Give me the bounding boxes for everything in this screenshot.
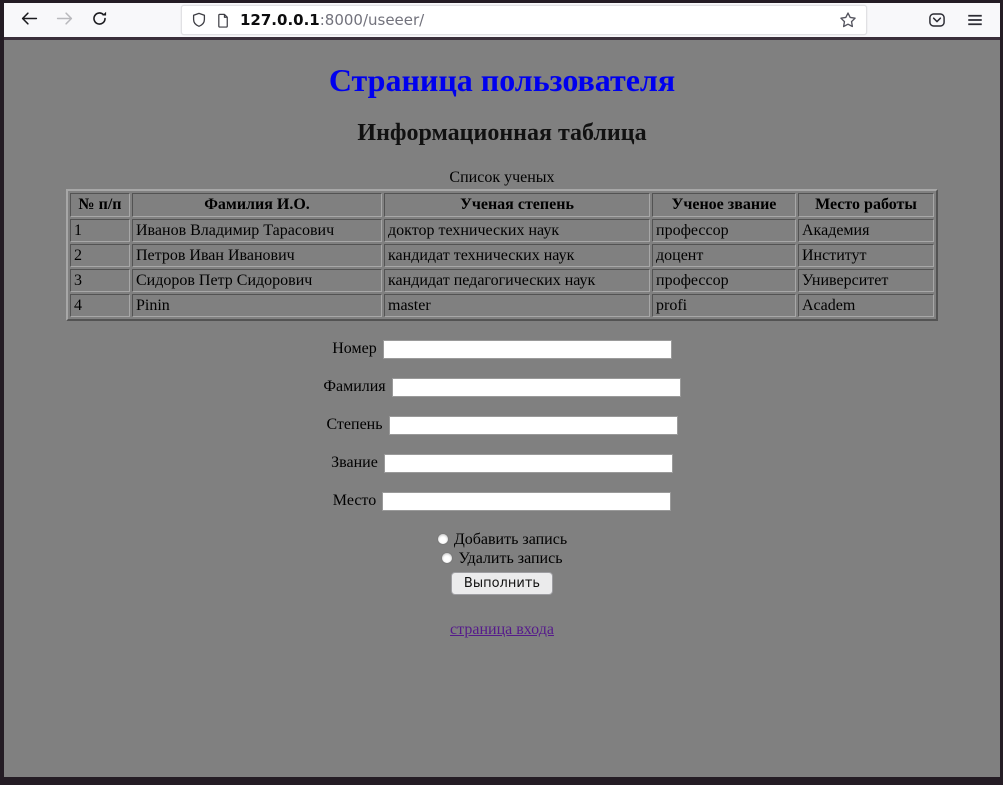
form-row-workplace: Место (4, 492, 1000, 511)
reload-icon (91, 10, 108, 30)
add-record-label: Добавить запись (454, 531, 567, 548)
form-row-number: Номер (4, 340, 1000, 359)
cell-rank: profi (652, 294, 796, 317)
back-button[interactable] (14, 5, 44, 35)
degree-label: Степень (326, 416, 382, 433)
cell-rank: профессор (652, 269, 796, 292)
surname-input[interactable] (392, 378, 681, 397)
browser-window: 127.0.0.1:8000/useeer/ Страница пользова… (0, 0, 1003, 785)
degree-input[interactable] (389, 416, 678, 435)
form-row-surname: Фамилия (4, 378, 1000, 397)
table-header-row: № п/п Фамилия И.О. Ученая степень Ученое… (70, 193, 934, 217)
shield-icon[interactable] (191, 12, 207, 28)
cell-surname: Иванов Владимир Тарасович (132, 219, 382, 242)
page-title: Страница пользователя (4, 62, 1000, 99)
url-host: 127.0.0.1 (240, 11, 320, 29)
col-header-number: № п/п (70, 193, 130, 217)
cell-surname: Сидоров Петр Сидорович (132, 269, 382, 292)
pocket-icon[interactable] (922, 5, 952, 35)
cell-degree: master (384, 294, 650, 317)
cell-surname: Pinin (132, 294, 382, 317)
cell-number: 4 (70, 294, 130, 317)
cell-degree: кандидат технических наук (384, 244, 650, 267)
col-header-surname: Фамилия И.О. (132, 193, 382, 217)
table-row: 4 Pinin master profi Academ (70, 294, 934, 317)
execute-button[interactable]: Выполнить (451, 572, 553, 595)
page-content: Страница пользователя Информационная таб… (4, 40, 1000, 777)
cell-number: 2 (70, 244, 130, 267)
number-input[interactable] (383, 340, 672, 359)
workplace-input[interactable] (382, 492, 671, 511)
url-path: :8000/useeer/ (320, 11, 425, 29)
forward-button[interactable] (49, 5, 79, 35)
record-form: Номер Фамилия Степень Звание Место Добав… (4, 340, 1000, 595)
cell-surname: Петров Иван Иванович (132, 244, 382, 267)
page-info-icon[interactable] (216, 13, 231, 28)
table-caption: Список ученых (4, 169, 1000, 187)
browser-toolbar: 127.0.0.1:8000/useeer/ (4, 3, 1000, 40)
add-record-radio[interactable] (437, 533, 449, 545)
form-row-rank: Звание (4, 454, 1000, 473)
login-page-link[interactable]: страница входа (450, 621, 554, 639)
table-row: 1 Иванов Владимир Тарасович доктор техни… (70, 219, 934, 242)
bookmark-star-icon[interactable] (839, 11, 857, 29)
url-bar[interactable]: 127.0.0.1:8000/useeer/ (181, 5, 867, 35)
cell-rank: доцент (652, 244, 796, 267)
surname-label: Фамилия (323, 378, 385, 395)
rank-label: Звание (331, 454, 378, 471)
radio-row-add: Добавить запись (4, 530, 1000, 549)
number-label: Номер (332, 340, 376, 357)
forward-arrow-icon (56, 10, 73, 30)
scientists-table: № п/п Фамилия И.О. Ученая степень Ученое… (66, 189, 938, 321)
cell-number: 1 (70, 219, 130, 242)
workplace-label: Место (333, 492, 376, 509)
radio-row-delete: Удалить запись (4, 549, 1000, 568)
cell-rank: профессор (652, 219, 796, 242)
back-arrow-icon (21, 10, 38, 30)
col-header-workplace: Место работы (798, 193, 934, 217)
form-row-degree: Степень (4, 416, 1000, 435)
col-header-degree: Ученая степень (384, 193, 650, 217)
cell-degree: доктор технических наук (384, 219, 650, 242)
cell-workplace: Университет (798, 269, 934, 292)
cell-workplace: Институт (798, 244, 934, 267)
cell-workplace: Академия (798, 219, 934, 242)
delete-record-radio[interactable] (441, 552, 453, 564)
cell-number: 3 (70, 269, 130, 292)
cell-degree: кандидат педагогических наук (384, 269, 650, 292)
delete-record-label: Удалить запись (458, 550, 562, 567)
section-title: Информационная таблица (4, 120, 1000, 147)
table-row: 2 Петров Иван Иванович кандидат техничес… (70, 244, 934, 267)
cell-workplace: Academ (798, 294, 934, 317)
reload-button[interactable] (84, 5, 114, 35)
col-header-rank: Ученое звание (652, 193, 796, 217)
rank-input[interactable] (384, 454, 673, 473)
url-text[interactable]: 127.0.0.1:8000/useeer/ (240, 11, 831, 29)
menu-hamburger-icon[interactable] (960, 5, 990, 35)
table-row: 3 Сидоров Петр Сидорович кандидат педаго… (70, 269, 934, 292)
